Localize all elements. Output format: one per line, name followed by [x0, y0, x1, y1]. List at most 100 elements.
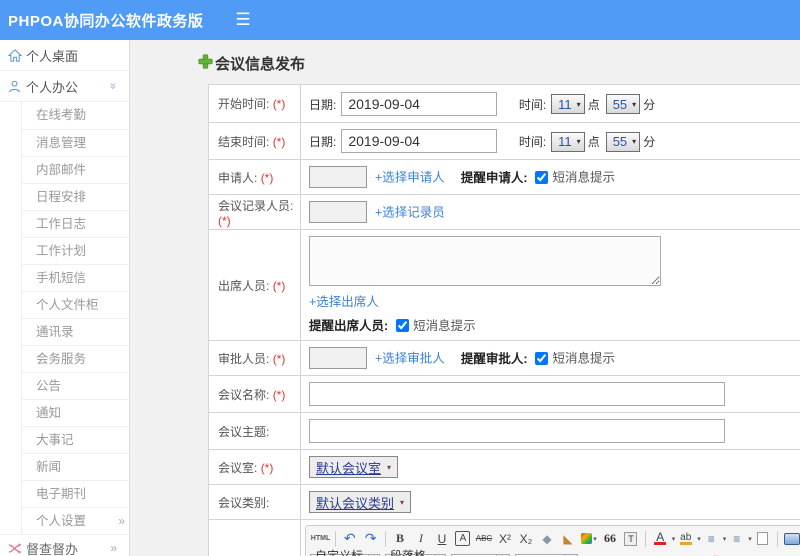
color-brush-icon[interactable]: ▾: [579, 529, 598, 548]
pick-approver-link[interactable]: +选择审批人: [375, 352, 445, 366]
caret-down-icon: ▾: [387, 462, 392, 472]
field-label: 审批人员:: [218, 351, 270, 366]
meeting-name-input[interactable]: [309, 382, 725, 406]
underline-icon[interactable]: U: [432, 529, 451, 548]
minute-unit: 分: [643, 97, 656, 112]
sms-remind-checkbox[interactable]: [535, 351, 549, 365]
row-meeting-category: 会议类别: 默认会议类别 ▾: [208, 484, 800, 520]
sidebar-item-personal-settings[interactable]: 个人设置 »: [22, 507, 129, 534]
hamburger-menu-icon[interactable]: ☰: [235, 10, 250, 30]
meeting-room-select[interactable]: 默认会议室 ▾: [309, 456, 399, 478]
unordered-list-icon[interactable]: ≡: [727, 529, 746, 548]
bold-icon[interactable]: B: [390, 529, 409, 548]
caret-down-icon[interactable]: ▾: [697, 535, 701, 543]
time-label: 时间:: [518, 97, 547, 112]
ordered-list-icon[interactable]: ≡: [702, 529, 721, 548]
required-marker: (*): [272, 97, 286, 111]
sidebar-item-file-cabinet[interactable]: 个人文件柜: [22, 291, 129, 318]
redo-icon[interactable]: ↷: [361, 529, 380, 548]
row-start-time: 开始时间: (*) 日期: 时间: 11▾点 55▾分: [208, 84, 800, 123]
sidebar-item-work-plan[interactable]: 工作计划: [22, 237, 129, 264]
paste-icon[interactable]: T: [621, 529, 640, 548]
field-label: 会议记录人员:: [218, 198, 294, 213]
boxed-text-icon[interactable]: A: [455, 531, 471, 546]
sidebar-item-label: 个人办公: [26, 79, 79, 95]
row-approver: 审批人员: (*) +选择审批人 提醒审批人: 短消息提示: [208, 340, 800, 376]
highlight-color-icon[interactable]: ab: [676, 529, 695, 548]
sidebar-item-news[interactable]: 新闻: [22, 453, 129, 480]
required-marker: (*): [272, 387, 286, 402]
caret-down-icon[interactable]: ▾: [672, 535, 676, 543]
sidebar-item-sms[interactable]: 手机短信: [22, 264, 129, 291]
meeting-topic-input[interactable]: [309, 419, 725, 443]
editor-toolbar-row-1: HTML ↶ ↷ B I U A ABC X² X₂ ◆ ◣ ▾ 66 T A …: [306, 526, 800, 551]
caret-down-icon[interactable]: ▾: [748, 535, 752, 543]
meeting-form: 开始时间: (*) 日期: 时间:11▾点55▾分 结束时间: (*) 日期: …: [208, 84, 800, 556]
sidebar-item-messages[interactable]: 消息管理: [22, 129, 129, 156]
end-minute-select[interactable]: 55 ▾: [605, 131, 641, 152]
sidebar-item-attendance[interactable]: 在线考勤: [22, 102, 129, 129]
caret-down-icon: ▾: [576, 137, 581, 146]
pick-attendees-link[interactable]: +选择出席人: [309, 295, 379, 309]
pick-recorder-link[interactable]: +选择记录员: [375, 206, 445, 220]
start-minute-select[interactable]: 55 ▾: [605, 94, 641, 114]
applicant-input[interactable]: [309, 166, 367, 188]
app-title: PHPOA协同办公软件政务版: [8, 12, 204, 30]
row-attendees: 出席人员: (*) +选择出席人 提醒出席人员: 短消息提示: [208, 229, 800, 341]
subscript-icon[interactable]: X₂: [516, 529, 535, 548]
sidebar-item-conference-service[interactable]: 会务服务: [22, 345, 129, 372]
sidebar-item-announcement[interactable]: 公告: [22, 372, 129, 399]
sms-remind-checkbox[interactable]: [535, 170, 549, 184]
sidebar-item-e-journal[interactable]: 电子期刊: [22, 480, 129, 507]
sidebar-item-schedule[interactable]: 日程安排: [22, 183, 129, 210]
sidebar-item-supervision[interactable]: 督查督办 »: [0, 534, 129, 556]
sidebar-item-personal-office[interactable]: 个人办公 »: [0, 71, 129, 102]
user-icon: [8, 80, 26, 93]
approver-input[interactable]: [309, 347, 367, 369]
italic-icon[interactable]: I: [411, 529, 430, 548]
sms-remind-checkbox[interactable]: [396, 319, 410, 332]
app-header: PHPOA协同办公软件政务版 ☰: [0, 0, 800, 40]
remind-applicant-label: 提醒申请人:: [460, 170, 528, 185]
sidebar-item-work-log[interactable]: 工作日志: [22, 210, 129, 237]
sidebar: 个人桌面 个人办公 » 在线考勤 消息管理 内部邮件 日程安排 工作日志 工作计…: [0, 40, 130, 556]
html-source-button[interactable]: HTML: [311, 529, 330, 548]
fullscreen-icon[interactable]: [782, 529, 800, 548]
meeting-category-select[interactable]: 默认会议类别 ▾: [309, 491, 412, 513]
row-recorder: 会议记录人员: (*) +选择记录员: [208, 194, 800, 230]
sidebar-item-label: 督查督办: [26, 541, 79, 556]
sidebar-item-contacts[interactable]: 通讯录: [22, 318, 129, 345]
required-marker: (*): [272, 278, 286, 293]
field-label: 会议名称:: [218, 387, 270, 402]
undo-icon[interactable]: ↶: [340, 529, 359, 548]
format-brush-icon[interactable]: ◣: [558, 529, 577, 548]
new-page-icon[interactable]: [753, 529, 772, 548]
field-label: 结束时间:: [218, 134, 270, 149]
field-label: 出席人员:: [218, 278, 270, 293]
hour-unit: 点: [587, 97, 600, 112]
font-color-icon[interactable]: A: [651, 529, 670, 548]
start-date-input[interactable]: [341, 91, 498, 116]
strikethrough-icon[interactable]: ABC: [474, 529, 493, 548]
row-applicant: 申请人: (*) +选择申请人 提醒申请人: 短消息提示: [208, 159, 800, 195]
required-marker: (*): [218, 213, 231, 228]
recorder-input[interactable]: [309, 201, 367, 223]
pick-applicant-link[interactable]: +选择申请人: [375, 171, 445, 185]
caret-down-icon[interactable]: ▾: [723, 535, 727, 543]
start-hour-select[interactable]: 11 ▾: [551, 94, 585, 114]
attendees-textarea[interactable]: [309, 236, 661, 286]
blockquote-icon[interactable]: 66: [600, 529, 619, 548]
superscript-icon[interactable]: X²: [495, 529, 514, 548]
field-label: 开始时间:: [218, 97, 270, 111]
sidebar-item-desktop[interactable]: 个人桌面: [0, 40, 129, 71]
remove-format-icon[interactable]: ◆: [537, 529, 556, 548]
end-hour-select[interactable]: 11 ▾: [551, 131, 585, 152]
plus-icon: [198, 53, 213, 74]
sidebar-item-events[interactable]: 大事记: [22, 426, 129, 453]
field-label: 申请人:: [218, 170, 258, 185]
sidebar-item-notice[interactable]: 通知: [22, 399, 129, 426]
sidebar-item-internal-mail[interactable]: 内部邮件: [22, 156, 129, 183]
sms-remind-label: 短消息提示: [552, 170, 615, 185]
end-date-input[interactable]: [341, 129, 498, 153]
sidebar-submenu: 在线考勤 消息管理 内部邮件 日程安排 工作日志 工作计划 手机短信 个人文件柜…: [21, 102, 129, 534]
